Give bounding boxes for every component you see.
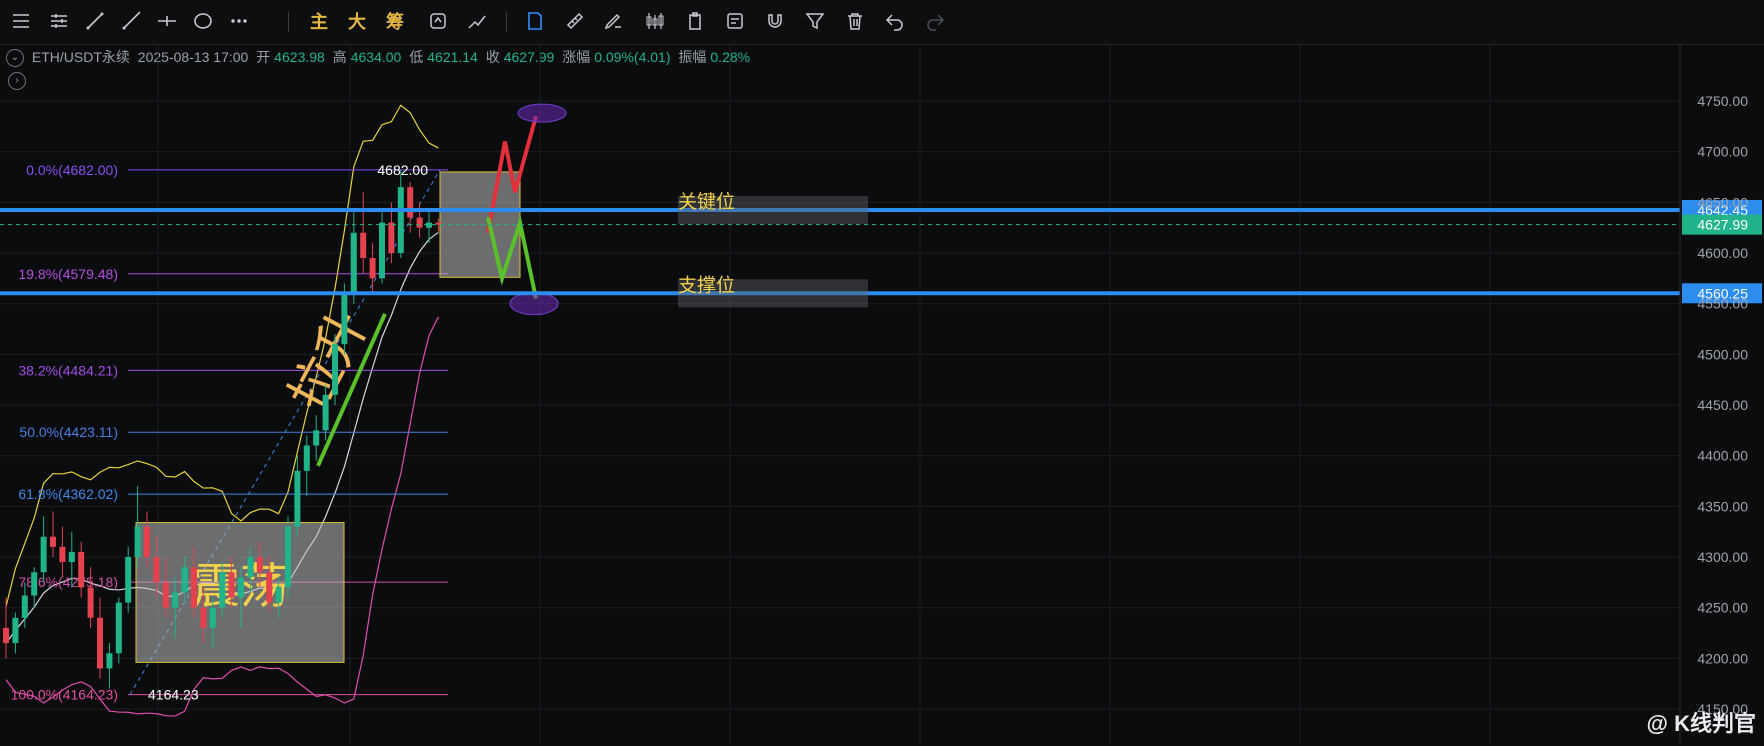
candle-body: [294, 470, 301, 527]
y-tick-label: 4400.00: [1697, 448, 1748, 464]
support-level-label: 支撑位: [678, 274, 735, 296]
trash-icon[interactable]: [840, 6, 870, 36]
candle-body: [115, 602, 122, 654]
candle-body: [379, 222, 385, 279]
fib-level-label: 38.2%(4484.21): [18, 362, 118, 378]
fib-level-label: 19.8%(4579.48): [18, 266, 118, 282]
big-indicator-button[interactable]: 大: [342, 6, 372, 36]
candle-body: [219, 572, 226, 608]
candle-body: [256, 557, 263, 573]
fib-level-label: 100.0%(4164.23): [11, 687, 118, 703]
candle-body: [407, 187, 414, 218]
chip-distribution-button[interactable]: 筹: [380, 6, 410, 36]
fib-level-label: 0.0%(4682.00): [26, 162, 118, 178]
y-tick-label: 4200.00: [1697, 650, 1748, 666]
y-tick-label: 4450.00: [1697, 397, 1748, 413]
y-tick-label: 4650.00: [1697, 194, 1748, 210]
candle-body: [40, 536, 47, 573]
candle-body: [172, 592, 179, 608]
filter-icon[interactable]: [800, 6, 830, 36]
y-tick-label: 4550.00: [1697, 296, 1748, 312]
candle-body: [50, 536, 56, 547]
menu-icon[interactable]: [6, 6, 36, 36]
sync-icon[interactable]: [423, 6, 453, 36]
pin-icon[interactable]: [520, 6, 550, 36]
top-toolbar: 主 大 筹: [0, 0, 1764, 45]
candle-body: [238, 577, 244, 598]
current-price-text: 4627.99: [1697, 217, 1748, 233]
more-dots-icon[interactable]: [224, 6, 254, 36]
watermark: @ K线判官: [1646, 711, 1756, 736]
candle-body: [360, 232, 367, 259]
ruler-icon[interactable]: [560, 6, 590, 36]
candle-body: [322, 394, 329, 431]
redo-icon[interactable]: [920, 6, 950, 36]
trendline-icon[interactable]: [80, 6, 110, 36]
candle-body: [332, 344, 338, 395]
crosshair-line-icon[interactable]: [152, 6, 182, 36]
candle-body: [200, 607, 207, 628]
brush-icon[interactable]: [598, 6, 628, 36]
candle-body: [397, 187, 404, 253]
candle-body: [369, 258, 376, 279]
magnet-icon[interactable]: [760, 6, 790, 36]
candle-body: [313, 430, 320, 446]
candle-body: [97, 617, 103, 669]
candle-body: [416, 217, 423, 228]
candle-body: [285, 526, 291, 588]
y-tick-label: 4350.00: [1697, 498, 1748, 514]
y-tick-label: 4750.00: [1697, 93, 1748, 109]
candle-body: [153, 557, 160, 583]
undo-icon[interactable]: [880, 6, 910, 36]
fib-level-label: 61.8%(4362.02): [18, 486, 118, 502]
candle-body: [106, 653, 113, 669]
draw-tool-icon[interactable]: [462, 6, 492, 36]
candle-body: [68, 551, 75, 563]
note-icon[interactable]: [720, 6, 750, 36]
y-tick-label: 4700.00: [1697, 144, 1748, 160]
candle-body: [191, 567, 197, 608]
bars-icon[interactable]: [44, 6, 74, 36]
main-indicator-button[interactable]: 主: [304, 6, 334, 36]
candle-body: [341, 293, 348, 345]
swing-high-label: 4682.00: [377, 162, 428, 178]
candle-body: [3, 627, 9, 644]
candle-body: [87, 587, 94, 618]
candle-body: [266, 572, 273, 603]
candle-body: [303, 445, 310, 471]
y-tick-label: 4500.00: [1697, 346, 1748, 362]
y-tick-label: 4300.00: [1697, 549, 1748, 565]
price-axis: 4750.00 4700.00 4650.00 4600.00 4550.00 4500.…: [1679, 44, 1748, 744]
candle-body: [125, 557, 132, 603]
candle-body: [31, 572, 38, 596]
candle-body: [59, 546, 66, 563]
candle-body: [162, 582, 169, 608]
candle-body: [12, 617, 19, 644]
target-high-ellipse: [517, 103, 567, 123]
candle-body: [134, 526, 141, 557]
ray-icon[interactable]: [116, 6, 146, 36]
swing-low-label: 4164.23: [148, 687, 199, 703]
candle-body: [228, 572, 235, 598]
clipboard-icon[interactable]: [680, 6, 710, 36]
candle-body: [209, 607, 216, 628]
fib-level-label: 50.0%(4423.11): [19, 424, 118, 440]
candles-icon[interactable]: [640, 6, 670, 36]
candle-body: [247, 557, 254, 578]
candle-body: [144, 526, 150, 557]
key-level-label: 关键位: [678, 191, 735, 213]
candle-body: [388, 222, 395, 253]
candle-body: [275, 587, 282, 603]
horizontal-levels: 关键位 4642.45支撑位 4560.254627.99: [0, 191, 1762, 308]
price-chart[interactable]: 0.0%(4682.00) 19.8%(4579.48) 38.2%(4484.21…: [0, 44, 1764, 746]
candle-body: [350, 232, 357, 294]
y-tick-label: 4600.00: [1697, 245, 1748, 261]
y-tick-label: 4250.00: [1697, 600, 1748, 616]
candle-body: [78, 551, 85, 588]
circle-icon[interactable]: [188, 6, 218, 36]
candle-body: [181, 567, 188, 593]
candle-body: [21, 595, 28, 618]
target-low-ellipse: [509, 292, 559, 316]
